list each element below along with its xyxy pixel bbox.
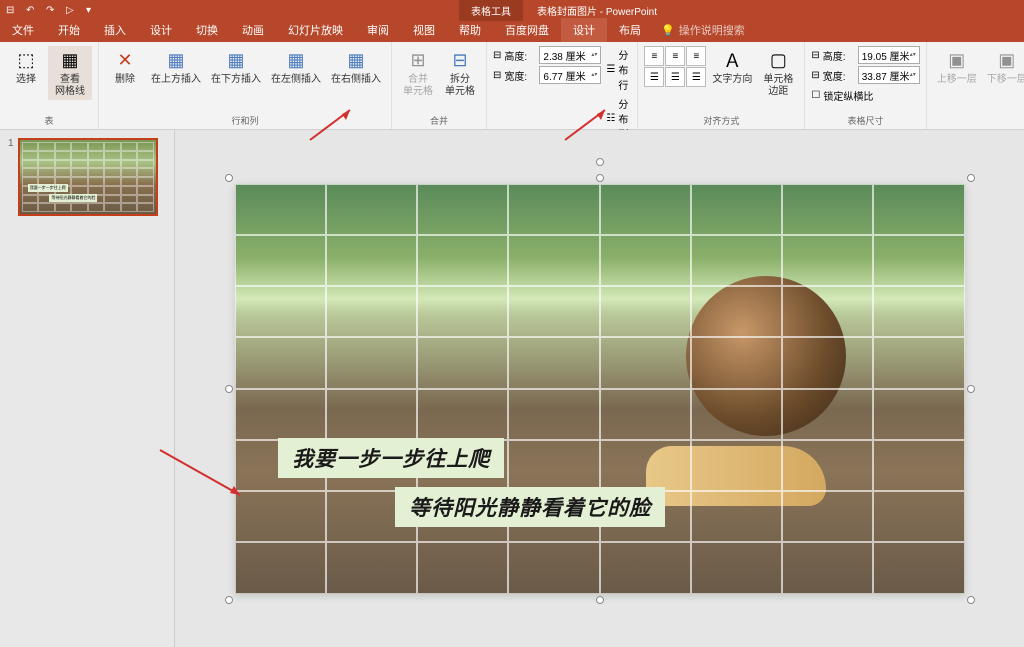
resize-handle[interactable]	[967, 385, 975, 393]
dist-cols-icon: ☷	[606, 113, 615, 124]
table-height-icon: ⊟	[811, 50, 819, 61]
send-backward-button: ▣ 下移一层	[983, 46, 1024, 88]
tab-review[interactable]: 审阅	[355, 18, 401, 42]
group-merge-label: 合并	[430, 112, 448, 129]
slide-table[interactable]	[235, 184, 965, 594]
split-cells-icon: ⊟	[448, 48, 472, 72]
insert-above-button[interactable]: ▦ 在上方插入	[147, 46, 205, 88]
resize-handle[interactable]	[225, 174, 233, 182]
group-rows-cols-label: 行和列	[231, 112, 258, 129]
spinner-icon[interactable]: ▴▾	[591, 72, 597, 78]
text-direction-button[interactable]: Ａ 文字方向	[708, 46, 756, 88]
tab-animations[interactable]: 动画	[230, 18, 276, 42]
group-table-size-label: 表格尺寸	[848, 112, 884, 129]
slide-thumbnail-1[interactable]: 1 我要一步一步往上爬 等待阳光静静看着它的脸	[8, 138, 166, 216]
valign-top-button[interactable]: ☰	[644, 67, 664, 87]
redo-icon[interactable]: ↷	[46, 5, 58, 16]
resize-handle[interactable]	[596, 174, 604, 182]
lock-aspect-checkbox[interactable]: ☐ 锁定纵横比	[811, 88, 919, 103]
width-label: 宽度:	[504, 68, 536, 83]
insert-below-icon: ▦	[224, 48, 248, 72]
insert-below-button[interactable]: ▦ 在下方插入	[207, 46, 265, 88]
slide-text-2[interactable]: 等待阳光静静看着它的脸	[395, 487, 665, 527]
bulb-icon: 💡	[661, 24, 675, 37]
cell-width-input[interactable]: 6.77 厘米 ▴▾	[539, 66, 601, 84]
undo-icon[interactable]: ↶	[26, 5, 38, 16]
cell-margins-icon: ▢	[766, 48, 790, 72]
resize-handle[interactable]	[967, 596, 975, 604]
slide-text-1[interactable]: 我要一步一步往上爬	[278, 438, 504, 478]
document-title: 表格封面图片 - PowerPoint	[537, 3, 657, 18]
insert-right-icon: ▦	[344, 48, 368, 72]
group-alignment-label: 对齐方式	[703, 112, 739, 129]
tab-baidu[interactable]: 百度网盘	[493, 18, 561, 42]
insert-right-button[interactable]: ▦ 在右侧插入	[327, 46, 385, 88]
select-button[interactable]: ⬚ 选择	[6, 46, 46, 88]
insert-left-icon: ▦	[284, 48, 308, 72]
tab-transitions[interactable]: 切换	[184, 18, 230, 42]
table-width-input[interactable]: 33.87 厘米 ▴▾	[858, 66, 920, 84]
distribute-rows-button[interactable]: ☰分布行	[603, 46, 631, 93]
cell-margins-button[interactable]: ▢ 单元格 边距	[758, 46, 798, 100]
slide-editor[interactable]: 我要一步一步往上爬 等待阳光静静看着它的脸	[175, 130, 1024, 647]
delete-button[interactable]: ✕ 删除	[105, 46, 145, 88]
slideshow-icon[interactable]: ▷	[66, 5, 78, 16]
tab-table-layout[interactable]: 布局	[607, 18, 653, 42]
height-label: 高度:	[504, 48, 536, 63]
save-icon[interactable]: ⊟	[6, 5, 18, 16]
table-height-label: 高度:	[823, 48, 855, 63]
delete-icon: ✕	[113, 48, 137, 72]
width-icon: ⊟	[493, 70, 501, 81]
valign-bottom-button[interactable]: ☰	[686, 67, 706, 87]
send-backward-icon: ▣	[995, 48, 1019, 72]
height-icon: ⊟	[493, 50, 501, 61]
table-width-label: 宽度:	[823, 68, 855, 83]
merge-cells-icon: ⊞	[406, 48, 430, 72]
table-width-icon: ⊟	[811, 70, 819, 81]
spinner-icon[interactable]: ▴▾	[591, 52, 597, 58]
text-direction-icon: Ａ	[720, 48, 744, 72]
view-gridlines-button[interactable]: ▦ 查看 网格线	[48, 46, 92, 100]
thumbnail-number: 1	[8, 138, 14, 216]
table-height-input[interactable]: 19.05 厘米 ▴▾	[858, 46, 920, 64]
resize-handle[interactable]	[967, 174, 975, 182]
tab-table-design[interactable]: 设计	[561, 18, 607, 42]
tab-view[interactable]: 视图	[401, 18, 447, 42]
gridlines-icon: ▦	[58, 48, 82, 72]
checkbox-icon: ☐	[811, 90, 820, 101]
dist-rows-icon: ☰	[606, 64, 615, 75]
bring-forward-button: ▣ 上移一层	[933, 46, 981, 88]
merge-cells-button: ⊞ 合并 单元格	[398, 46, 438, 100]
select-icon: ⬚	[14, 48, 38, 72]
align-center-button[interactable]: ≡	[665, 46, 685, 66]
insert-above-icon: ▦	[164, 48, 188, 72]
tab-file[interactable]: 文件	[0, 18, 46, 42]
cell-height-input[interactable]: 2.38 厘米 ▴▾	[539, 46, 601, 64]
resize-handle[interactable]	[225, 385, 233, 393]
tab-design[interactable]: 设计	[138, 18, 184, 42]
resize-handle[interactable]	[596, 596, 604, 604]
group-table-label: 表	[44, 112, 53, 129]
split-cells-button[interactable]: ⊟ 拆分 单元格	[440, 46, 480, 100]
tab-slideshow[interactable]: 幻灯片放映	[276, 18, 355, 42]
spinner-icon[interactable]: ▴▾	[910, 52, 916, 58]
tell-me-search[interactable]: 💡 操作说明搜索	[653, 18, 753, 42]
slide-canvas[interactable]: 我要一步一步往上爬 等待阳光静静看着它的脸	[235, 184, 965, 594]
tab-help[interactable]: 帮助	[447, 18, 493, 42]
qat-more-icon[interactable]: ▾	[86, 5, 98, 16]
valign-middle-button[interactable]: ☰	[665, 67, 685, 87]
tab-insert[interactable]: 插入	[92, 18, 138, 42]
tab-home[interactable]: 开始	[46, 18, 92, 42]
align-left-button[interactable]: ≡	[644, 46, 664, 66]
resize-handle[interactable]	[225, 596, 233, 604]
rotate-handle[interactable]	[596, 158, 604, 166]
spinner-icon[interactable]: ▴▾	[910, 72, 916, 78]
align-right-button[interactable]: ≡	[686, 46, 706, 66]
slide-thumbnails-panel[interactable]: 1 我要一步一步往上爬 等待阳光静静看着它的脸	[0, 130, 175, 647]
insert-left-button[interactable]: ▦ 在左侧插入	[267, 46, 325, 88]
bring-forward-icon: ▣	[945, 48, 969, 72]
